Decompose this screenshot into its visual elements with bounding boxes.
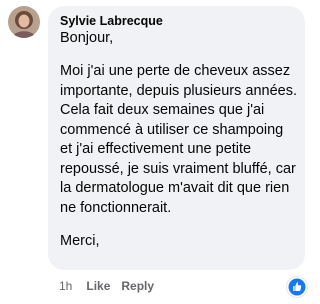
reaction-badge[interactable]: [287, 277, 307, 297]
comment-body: Moi j'ai une perte de cheveux assez impo…: [60, 63, 297, 216]
comment-timestamp[interactable]: 1h: [59, 278, 72, 294]
comment-author[interactable]: Sylvie Labrecque: [60, 13, 297, 29]
like-button[interactable]: Like: [86, 278, 110, 294]
comment-bubble: Sylvie Labrecque Bonjour, Moi j'ai une p…: [48, 6, 305, 270]
comment-closing: Merci,: [60, 233, 100, 249]
avatar-photo: [8, 6, 40, 38]
reply-button[interactable]: Reply: [121, 278, 154, 294]
comment-actions: 1h Like Reply: [59, 278, 154, 294]
avatar[interactable]: [8, 6, 40, 38]
comment-greeting: Bonjour,: [60, 30, 114, 46]
like-icon: [288, 278, 306, 296]
